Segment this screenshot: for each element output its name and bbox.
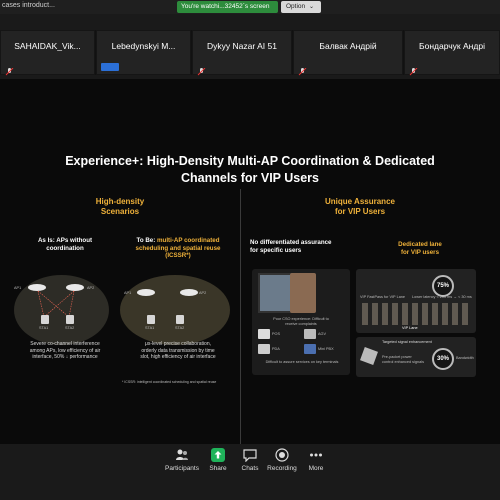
as-is-line1: As Is: APs without <box>37 237 93 244</box>
left-title-line1: High-density <box>95 197 145 206</box>
vip-lane-label: VIP Lane <box>402 326 418 330</box>
latency-text: Lower latency < 200 ms → < 30 ms <box>412 295 472 299</box>
mini-pbx-icon <box>304 344 316 354</box>
slide-divider <box>240 189 241 469</box>
view-option-button[interactable]: Option ⌄ <box>281 1 321 13</box>
participant-tile[interactable]: Dykyy Nazar AI 51 <box>192 30 292 76</box>
bandwidth-text: Bandwidth <box>456 356 474 360</box>
agv-icon <box>304 329 316 339</box>
top-bar: cases introduct... You're watchi...32452… <box>0 0 500 14</box>
footnote: * ICSSR: intelligent coordinated schedul… <box>122 380 217 384</box>
mic-muted-icon <box>409 63 418 76</box>
as-is-desc-line: interface, 50% ↓ performance <box>32 354 98 360</box>
targeted-text: Targeted signal enhancement <box>382 340 432 344</box>
ap-icon <box>137 289 155 296</box>
left-section-title: High-density Scenarios <box>60 197 180 217</box>
left-title-line2: Scenarios <box>100 207 140 216</box>
right-title-line2: for VIP Users <box>334 207 386 216</box>
right-section-title: Unique Assurance for VIP Users <box>300 197 420 217</box>
more-icon <box>310 453 322 457</box>
screen-share-status: You're watchi...32452`s screen <box>177 1 278 13</box>
slide-title-line1: Experience+: High-Density Multi-AP Coord… <box>65 154 435 168</box>
sta1-label: STA1 <box>145 326 155 330</box>
ap2-label: AP2 <box>199 291 207 295</box>
vip-fastpass-text: VIP FastPass for VIP Lane <box>360 295 406 299</box>
sta2-label: STA2 <box>65 326 75 330</box>
no-diff-label: No differentiated assurance for specific… <box>250 239 350 254</box>
dedicated-label: Dedicated lane for VIP users <box>370 241 470 256</box>
as-is-line2: coordination <box>46 244 84 252</box>
pda-icon <box>258 344 270 354</box>
to-be-line3: (ICSSR*) <box>165 252 191 259</box>
chat-icon <box>243 449 257 462</box>
dedicated-line2: for VIP users <box>400 248 440 256</box>
participants-icon <box>176 449 188 460</box>
participant-name: Dykyy Nazar AI 51 <box>207 41 277 51</box>
no-diff-line1: No differentiated assurance <box>250 239 332 246</box>
latency-gauge: 75% <box>432 275 454 297</box>
bandwidth-gauge: 30% <box>432 348 454 370</box>
no-diff-line2: for specific users <box>250 246 302 254</box>
pre-packet-text: Pre-packet power control enhanced signal… <box>382 355 425 364</box>
view-option-label: Option <box>286 3 306 10</box>
pos-label: POS <box>272 332 281 336</box>
agv-label: AGV <box>318 332 327 336</box>
poor-cso-line: receive complaints <box>285 321 317 326</box>
as-is-description: Severe co-channel interference among APs… <box>10 341 120 361</box>
to-be-line2: scheduling and spatial reuse <box>135 244 221 252</box>
vehicle-lanes <box>362 303 470 325</box>
ap1-label: AP1 <box>124 291 132 295</box>
sta2-label: STA2 <box>175 326 185 330</box>
shared-screen: Experience+: High-Density Multi-AP Coord… <box>0 79 500 469</box>
sta-icon <box>147 315 155 324</box>
participant-tile[interactable]: Lebedynskyi M... <box>96 30 191 75</box>
pda-label: PDA <box>272 347 280 351</box>
chevron-down-icon: ⌄ <box>308 4 314 10</box>
sta1-label: STA1 <box>39 326 49 330</box>
participants-button[interactable]: Participants <box>162 448 202 472</box>
person-image <box>290 273 316 313</box>
meeting-toolbar: Participants Share Chats Recording More <box>0 444 500 500</box>
slide-title: Experience+: High-Density Multi-AP Coord… <box>0 153 500 187</box>
mic-muted-icon <box>197 63 206 76</box>
mic-muted-icon <box>5 63 14 76</box>
as-is-label: As Is: APs without coordination <box>10 237 120 252</box>
mic-muted-icon <box>298 63 307 76</box>
more-button[interactable]: More <box>296 448 336 472</box>
participant-name: Lebedynskyi M... <box>111 41 176 51</box>
dedicated-line1: Dedicated lane <box>398 241 442 248</box>
sta-icon <box>66 315 74 324</box>
share-screen-icon <box>211 448 225 462</box>
difficult-text: Difficult to assure services on key term… <box>265 360 339 364</box>
more-label: More <box>308 465 324 472</box>
to-be-label: To Be: multi-AP coordinated scheduling a… <box>118 237 238 260</box>
sta-icon <box>176 315 184 324</box>
participant-strip: SAHAIDAK_Vik... Lebedynskyi M... Dykyy N… <box>0 30 500 76</box>
to-be-prefix: To Be: <box>136 237 156 244</box>
participant-name: Бондарчук Андрі <box>419 41 485 51</box>
participants-label: Participants <box>165 465 199 472</box>
mic-active-icon <box>101 63 119 71</box>
participant-name: Балвак Андрій <box>319 41 377 51</box>
participant-name: SAHAIDAK_Vik... <box>14 41 81 51</box>
interference-lines <box>37 290 75 318</box>
sta-icon <box>41 315 49 324</box>
to-be-headline: multi-AP coordinated <box>157 237 220 244</box>
mini-pbx-label: Mini PBX <box>318 347 334 351</box>
to-be-desc-line: slot, high efficiency of air interface <box>140 354 216 360</box>
participant-tile[interactable]: SAHAIDAK_Vik... <box>0 30 95 76</box>
to-be-description: μs-level precise collaboration, orderly … <box>118 341 238 361</box>
ap-icon <box>180 289 198 296</box>
pos-icon <box>258 329 270 339</box>
window-title: cases introduct... <box>2 2 55 9</box>
to-be-diagram <box>120 275 230 345</box>
right-title-line1: Unique Assurance <box>325 197 395 206</box>
participant-tile[interactable]: Бондарчук Андрі <box>404 30 500 76</box>
poor-cso-text: Poor CSO experience: Difficult to receiv… <box>256 317 346 326</box>
participant-tile[interactable]: Балвак Андрій <box>293 30 403 76</box>
record-icon <box>275 448 289 462</box>
slide-title-line2: Channels for VIP Users <box>180 171 319 185</box>
